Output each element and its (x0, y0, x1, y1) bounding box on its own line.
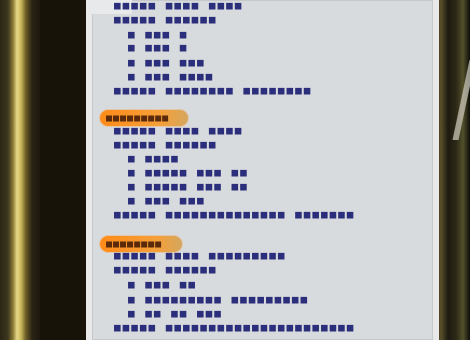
paper-margin-right (433, 0, 439, 340)
document-line: ■■■■■ ■■■■■■■■ ■■■■■■■■ (114, 84, 313, 97)
document-line: ■ ■■■■■ ■■■ ■■ (128, 180, 249, 193)
document-line: ■■■■■ ■■■■ ■■■■ (114, 124, 244, 137)
document-line: ■■■■■ ■■■■■■■■■■■■■■ ■■■■■■■ (114, 208, 356, 221)
document-line: ■ ■■■ ■■■ (128, 194, 206, 207)
document-line: ■■■■■ ■■■■■■ (114, 13, 218, 26)
document-line: ■ ■■■■ (128, 152, 180, 165)
document-line: ■■■■■ ■■■■ ■■■■■■■■■ (114, 249, 287, 262)
document-line: ■ ■■■ ■ (128, 28, 189, 41)
document-line: ■ ■■■■■ ■■■ ■■ (128, 166, 249, 179)
document-line: ■■■■■ ■■■■■■ (114, 138, 218, 151)
document-line: ■ ■■■ ■■■ (128, 56, 206, 69)
document-line: ■■■■■ ■■■■ ■■■■ (114, 0, 244, 12)
document-line: ■■■■■ ■■■■■■ (114, 263, 218, 276)
document-line: ■ ■■■ ■■■■ (128, 70, 215, 83)
printed-document: ■■■■■ ■■■■ ■■■■ ■■■■■ ■■■■■■ ■ ■■■ ■ ■ ■… (92, 0, 433, 340)
document-line: ■ ■■■ ■■ (128, 278, 197, 291)
document-line: ■ ■■■■■■■■■ ■■■■■■■■■ (128, 293, 310, 306)
document-line: ■ ■■■ ■ (128, 41, 189, 54)
document-line: ■■■■■ ■■■■■■■■■■■■■■■■■■■■■■ (114, 321, 356, 334)
document-line: ■ ■■ ■■ ■■■ (128, 307, 223, 320)
